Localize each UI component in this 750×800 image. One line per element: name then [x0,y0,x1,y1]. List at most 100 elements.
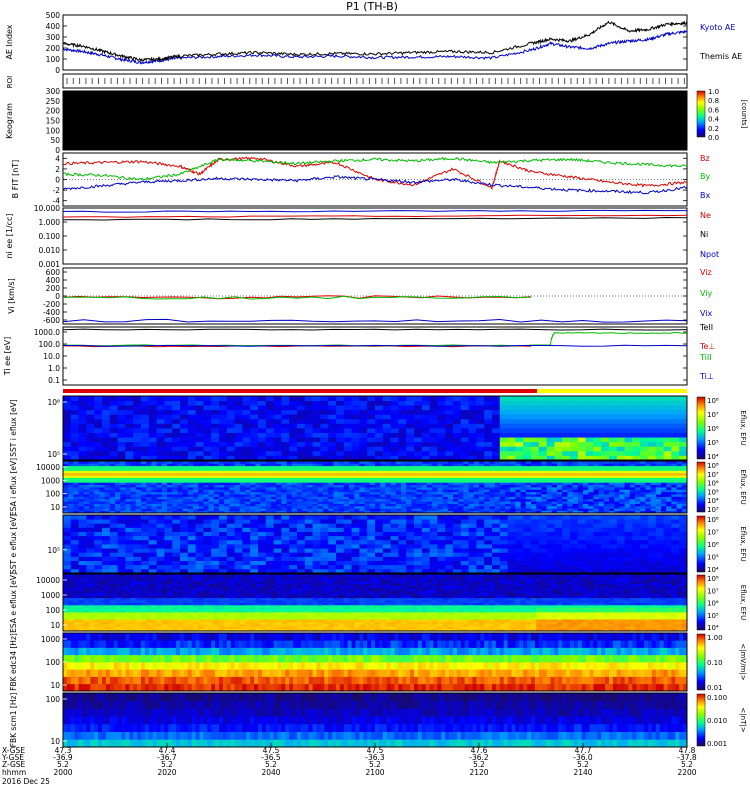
ytick-label: -600 [43,316,60,325]
colorbar-tick-label: 0.01 [707,684,723,692]
ytick-label: 100 [46,55,61,64]
ytick-label: 10000 [36,463,60,472]
ytick-label: 10 [50,681,60,690]
ytick-label: 1000 [41,591,60,600]
ytick-label: 200 [46,44,61,53]
ytick-label: 50 [50,136,60,145]
ytick-label: 250 [46,97,61,106]
footer-value: 2140 [573,768,592,777]
colorbar-tick-label: 10⁵ [707,439,719,447]
legend-te-par: TeII [699,323,713,332]
colorbar-tick-label: 10⁵ [707,554,719,562]
colorbar-tick-label: 10⁸ [707,575,719,583]
colorbar-tick-label: 10⁶ [707,480,719,488]
colorbar-tick-label: 10⁷ [707,411,719,419]
colorbar-tick-label: 10⁸ [707,397,719,405]
colorbar-tick-label: 0.6 [708,106,720,114]
legend-npot: Npot [700,250,719,259]
spectrogram-colorbar [696,693,706,747]
colorbar-label: Eflux, EFU [739,469,747,504]
temperature-ylabel: Ti ee [eV] [3,337,12,376]
spectrogram-ylabel: SST e eflux [eV] [9,514,18,574]
bfield-ylabel: B FIT [nT] [11,160,20,199]
mode-bar-fast [63,389,537,393]
ytick-label: 10 [50,621,60,630]
ytick-label: 0 [55,176,60,185]
colorbar-tick-label: 0.0 [708,134,719,142]
ytick-label: 10000 [36,576,60,585]
legend-vix: Vix [700,309,713,318]
ytick-label: 1000 [41,476,60,485]
ytick-label: 10 [50,503,60,512]
footer-value: 2020 [157,768,176,777]
ytick-label: 100 [46,126,61,135]
ytick-label: 0.1 [48,376,60,385]
footer-value: 2120 [469,768,488,777]
legend-te-perp: Te⊥ [699,342,715,351]
colorbar-label: Eflux, EFU [739,526,747,561]
spectrogram-ylabel: ESA i eflux [eV] [9,458,18,516]
ytick-label: 1.000 [39,218,61,227]
spectrogram-ylabel: FBK edc34 [Hz] [9,633,18,691]
ae-panel: 0 100 200 300 400 500 AE Index Kyoto AE Themi… [5,11,742,75]
colorbar-tick-label: 0.2 [708,125,719,133]
colorbar-tick-label: 0.4 [708,116,720,124]
colorbar-tick-label: 1.0 [708,88,719,96]
colorbar-tick-label: 10⁴ [707,453,719,461]
legend-viy: Viy [700,289,713,298]
legend-ni: Ni [700,230,708,239]
footer-row-label: hhmm [2,768,26,777]
spectrogram-colorbar [696,396,706,460]
ytick-label: 200 [46,107,61,116]
ytick-label: 200 [46,284,61,293]
ytick-label: 0 [55,66,60,75]
esa-elec-spectrogram [62,573,688,632]
legend-kyoto-ae: Kyoto AE [700,23,735,32]
ytick-label: 100 [46,490,61,499]
colorbar-tick-label: 10⁶ [707,541,719,549]
legend-viz: Viz [700,268,712,277]
colorbar-tick-label: 0.8 [708,97,719,105]
colorbar-tick-label: 10⁴ [707,566,719,574]
colorbar-tick-label: 10⁸ [707,462,719,470]
spectrogram-colorbar [696,515,706,573]
footer-value: 2040 [261,768,280,777]
ytick-label: 0.100 [39,232,61,241]
colorbar-tick-label: 10⁷ [707,471,719,479]
keogram-panel: 050100150200250300 Keogram 0.00.20.40.60… [5,87,748,155]
colorbar-tick-label: 0.100 [707,694,727,702]
ytick-label: 400 [46,276,61,285]
ephemeris-footer: X-GSEY-GSEZ-GSEhhmm2016 Dec 2547.3-36.95… [1,746,697,786]
bfield-panel: -4-2024 B FIT [nT] Bz By Bx [11,152,710,207]
colorbar-label: Eflux, EFU [739,585,747,620]
sst-ion-spectrogram [62,395,688,461]
fbk-b-spectrogram [62,692,688,748]
ytick-label: 10⁶ [47,398,60,407]
colorbar-tick-label: 0.010 [707,717,727,725]
ytick-label: 10⁵ [47,450,60,459]
colorbar-tick-label: 10⁵ [707,612,719,620]
footer-value: 2200 [677,768,696,777]
colorbar-tick-label: 10⁴ [707,624,719,632]
ytick-label: 100 [46,658,61,667]
legend-themis-ae: Themis AE [699,52,742,61]
colorbar-tick-label: 0.001 [707,740,727,748]
esa-ion-spectrogram [62,460,688,514]
ytick-label: 1000 [41,635,60,644]
ytick-label: 4 [55,154,60,163]
ytick-label: 600 [46,268,61,277]
ytick-label: 10⁵ [47,546,60,555]
legend-by: By [700,172,710,181]
ytick-label: -400 [43,308,60,317]
legend-bz: Bz [700,154,710,163]
colorbar-tick-label: 10⁷ [707,587,719,595]
ytick-label: 2 [55,165,60,174]
colorbar-tick-label: 10⁴ [707,497,719,505]
keogram-colorbar [696,90,706,138]
colorbar-tick-label: 10⁸ [707,516,719,524]
ytick-label: 1.0 [48,364,60,373]
ytick-label: 300 [46,87,61,96]
ytick-label: 100.0 [39,340,61,349]
colorbar-tick-label: 10⁷ [707,529,719,537]
mode-bar [63,389,687,393]
